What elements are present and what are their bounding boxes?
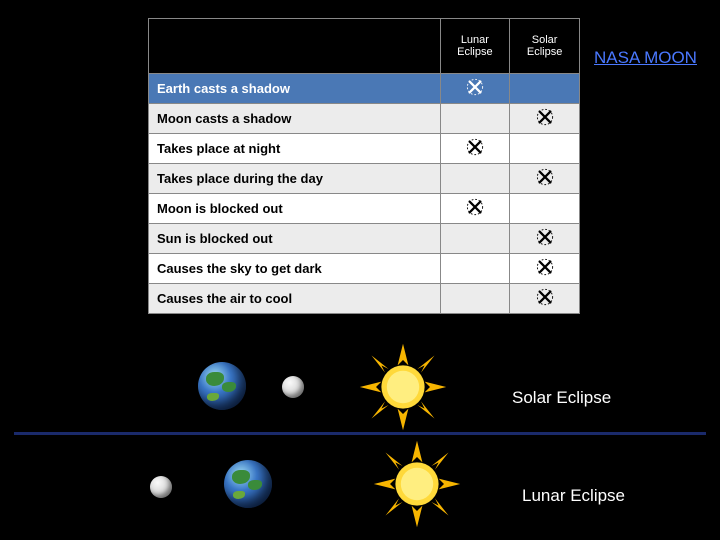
- earth-icon: [198, 362, 246, 410]
- table-row: Moon casts a shadow: [149, 104, 580, 134]
- sun-icon: [358, 342, 448, 432]
- solar-cell: [510, 284, 580, 314]
- solar-eclipse-label: Solar Eclipse: [512, 388, 611, 408]
- row-description: Causes the sky to get dark: [149, 254, 441, 284]
- solar-cell: [510, 134, 580, 164]
- sun-icon: [372, 439, 462, 529]
- row-description: Earth casts a shadow: [149, 74, 441, 104]
- solar-cell: [510, 74, 580, 104]
- lunar-cell: [440, 254, 510, 284]
- table-row: Causes the sky to get dark: [149, 254, 580, 284]
- solar-cell: [510, 194, 580, 224]
- solar-cell: [510, 104, 580, 134]
- lunar-cell: [440, 104, 510, 134]
- moon-icon: [150, 476, 172, 498]
- check-mark-icon: [536, 258, 554, 276]
- row-description: Sun is blocked out: [149, 224, 441, 254]
- row-description: Causes the air to cool: [149, 284, 441, 314]
- table-row: Takes place at night: [149, 134, 580, 164]
- diagram-divider: [14, 432, 706, 435]
- table-row: Takes place during the day: [149, 164, 580, 194]
- solar-cell: [510, 224, 580, 254]
- check-mark-icon: [536, 168, 554, 186]
- moon-icon: [282, 376, 304, 398]
- solar-cell: [510, 254, 580, 284]
- check-mark-icon: [536, 108, 554, 126]
- earth-icon: [224, 460, 272, 508]
- lunar-cell: [440, 224, 510, 254]
- lunar-cell: [440, 164, 510, 194]
- check-mark-icon: [466, 78, 484, 96]
- solar-cell: [510, 164, 580, 194]
- nasa-moon-link[interactable]: NASA MOON: [594, 48, 697, 68]
- row-description: Takes place at night: [149, 134, 441, 164]
- check-mark-icon: [466, 138, 484, 156]
- header-lunar: Lunar Eclipse: [440, 19, 510, 74]
- lunar-cell: [440, 194, 510, 224]
- header-desc: [149, 19, 441, 74]
- check-mark-icon: [536, 288, 554, 306]
- check-mark-icon: [536, 228, 554, 246]
- table-row: Moon is blocked out: [149, 194, 580, 224]
- row-description: Moon casts a shadow: [149, 104, 441, 134]
- table-row: Causes the air to cool: [149, 284, 580, 314]
- header-solar: Solar Eclipse: [510, 19, 580, 74]
- lunar-eclipse-label: Lunar Eclipse: [522, 486, 625, 506]
- check-mark-icon: [466, 198, 484, 216]
- row-description: Takes place during the day: [149, 164, 441, 194]
- table-row: Earth casts a shadow: [149, 74, 580, 104]
- lunar-cell: [440, 74, 510, 104]
- table-header-row: Lunar Eclipse Solar Eclipse: [149, 19, 580, 74]
- lunar-cell: [440, 134, 510, 164]
- table-row: Sun is blocked out: [149, 224, 580, 254]
- lunar-cell: [440, 284, 510, 314]
- row-description: Moon is blocked out: [149, 194, 441, 224]
- eclipse-comparison-table: Lunar Eclipse Solar Eclipse Earth casts …: [148, 18, 580, 314]
